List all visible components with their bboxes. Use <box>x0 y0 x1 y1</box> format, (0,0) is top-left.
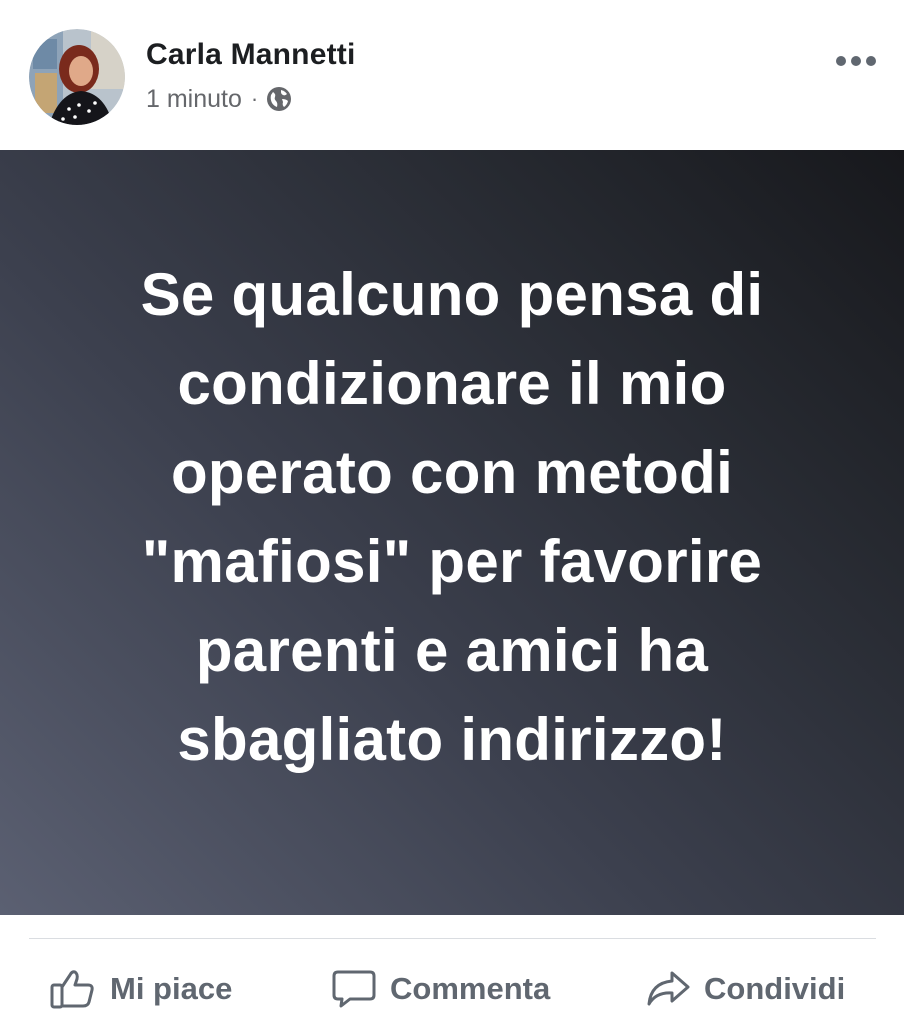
divider <box>29 938 876 939</box>
share-icon <box>646 969 690 1009</box>
profile-photo <box>29 29 125 125</box>
more-options-icon[interactable] <box>832 50 880 72</box>
avatar[interactable] <box>29 29 125 125</box>
post-actions: Mi piace Commenta Condividi <box>0 958 904 1020</box>
status-post-background[interactable]: Se qualcuno pensa di condizionare il mio… <box>0 150 904 915</box>
more-dot <box>851 56 861 66</box>
thumbs-up-icon <box>50 969 96 1009</box>
meta-separator: · <box>250 86 259 111</box>
author-name[interactable]: Carla Mannetti <box>146 38 356 72</box>
status-text: Se qualcuno pensa di condizionare il mio… <box>140 260 764 773</box>
post-meta: 1 minuto · <box>146 84 292 114</box>
more-dot <box>836 56 846 66</box>
comment-label: Commenta <box>390 971 551 1006</box>
post-timestamp[interactable]: 1 minuto <box>146 85 242 114</box>
like-button[interactable]: Mi piace <box>50 958 232 1020</box>
more-dot <box>866 56 876 66</box>
post-header: Carla Mannetti 1 minuto · <box>0 0 904 150</box>
like-label: Mi piace <box>110 971 233 1006</box>
share-button[interactable]: Condividi <box>646 958 845 1020</box>
globe-icon[interactable] <box>266 86 292 112</box>
comment-button[interactable]: Commenta <box>332 958 550 1020</box>
share-label: Condividi <box>704 971 846 1006</box>
comment-icon <box>332 969 376 1009</box>
